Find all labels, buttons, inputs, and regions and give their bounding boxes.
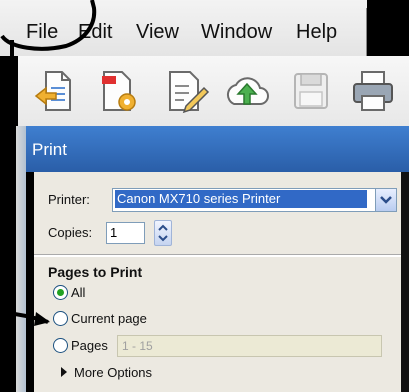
arrow-head-icon	[34, 312, 50, 326]
annotation-overlay	[0, 0, 97, 392]
